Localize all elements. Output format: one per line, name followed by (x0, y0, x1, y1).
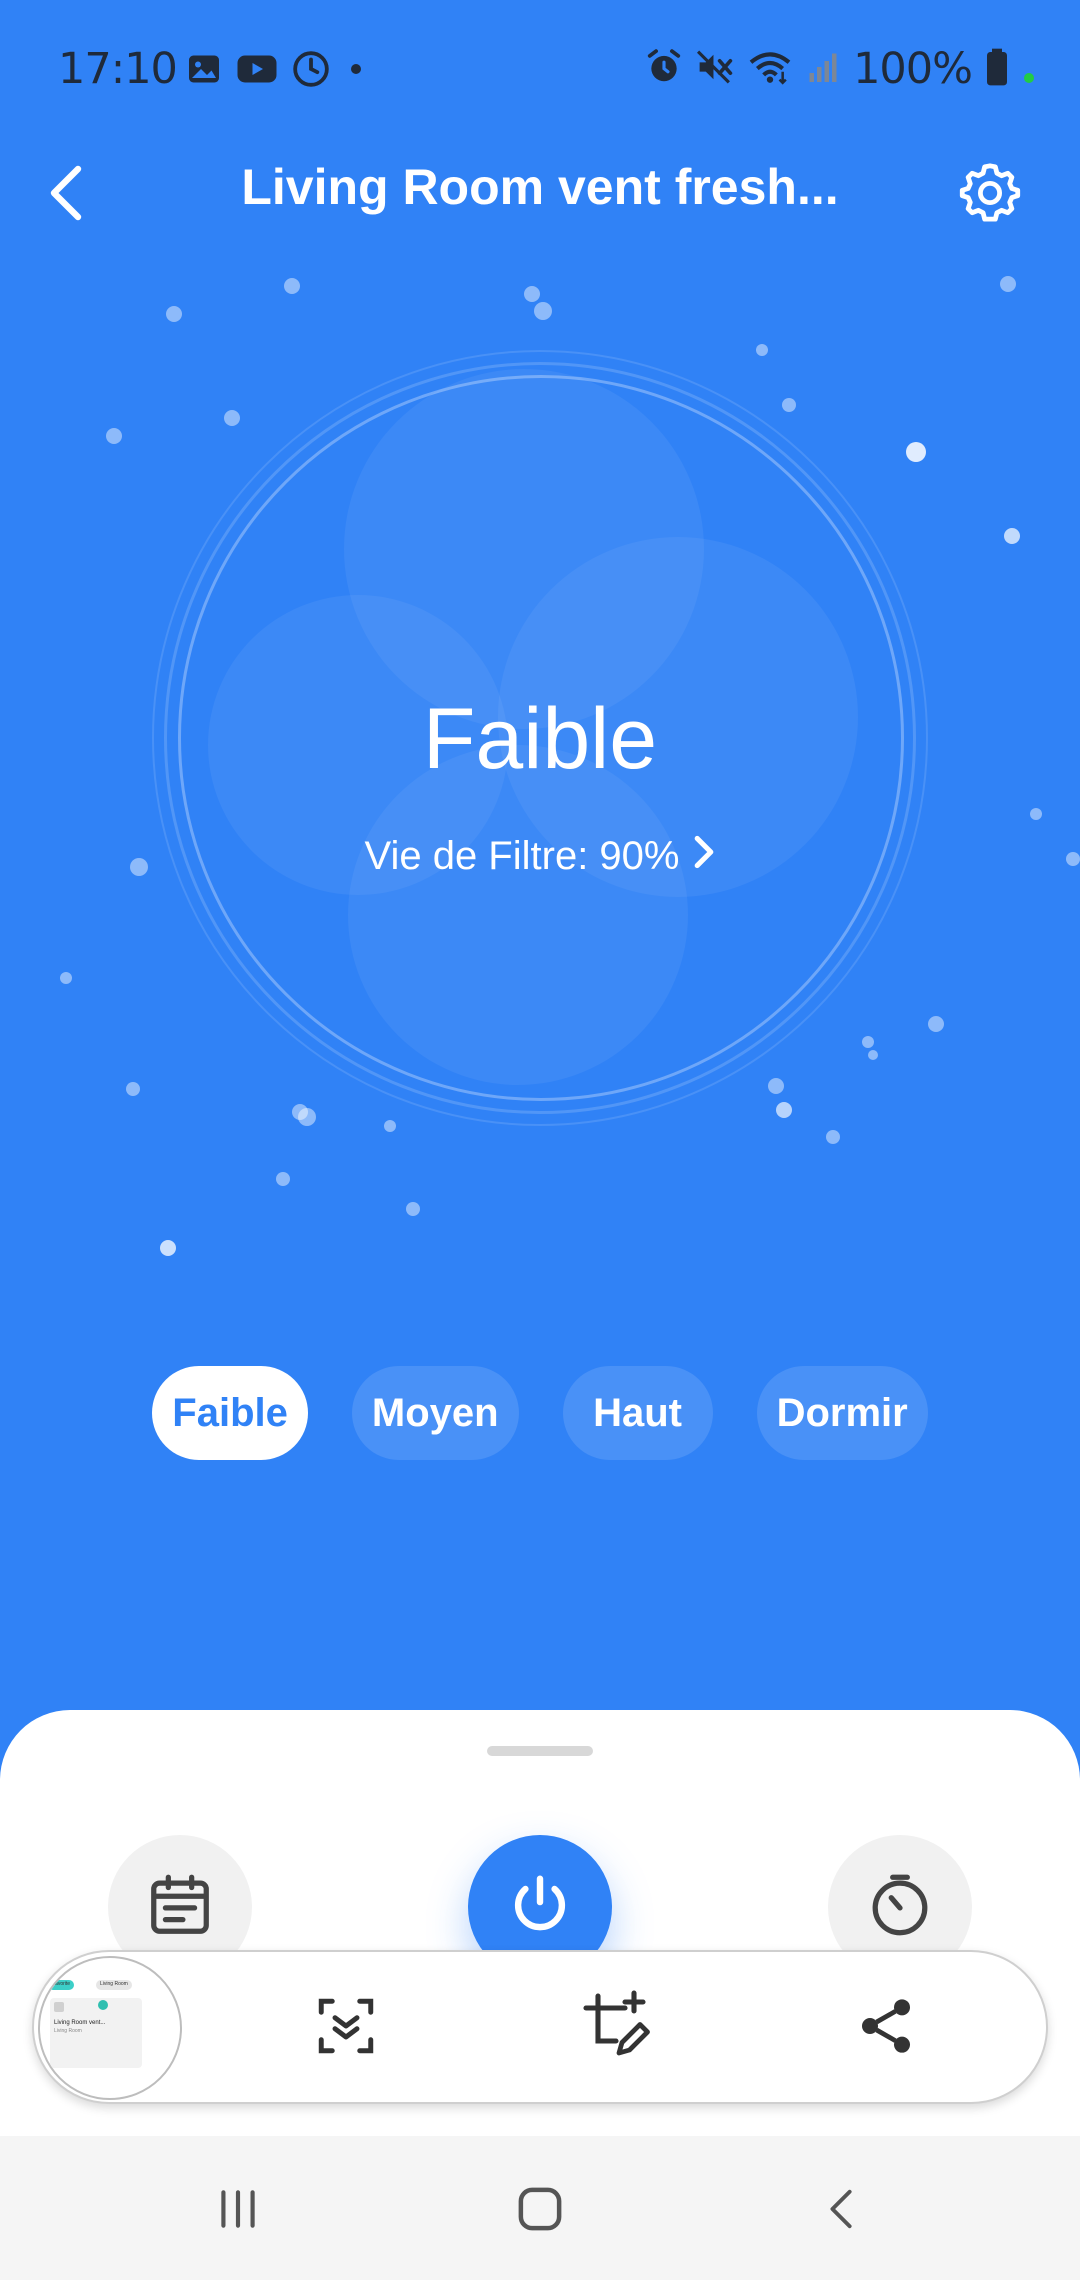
filter-life-text: Vie de Filtre: 90% (364, 834, 680, 878)
status-bar: 17:10 100% (0, 0, 1080, 140)
particle (284, 278, 300, 294)
mute-icon (695, 48, 735, 91)
particle (160, 1240, 176, 1256)
particle (534, 302, 552, 320)
particle (928, 1016, 944, 1032)
privacy-dot-icon (1022, 49, 1036, 90)
battery-icon (984, 47, 1010, 92)
power-icon (505, 1870, 575, 1945)
share-button[interactable] (846, 1988, 926, 2068)
chevron-right-icon (693, 834, 715, 879)
particle (776, 1102, 792, 1118)
system-nav-bar (0, 2136, 1080, 2280)
particle (906, 442, 926, 462)
particle (1030, 808, 1042, 820)
particle (224, 410, 240, 426)
signal-icon (805, 49, 841, 90)
share-icon (854, 1994, 918, 2063)
back-arrow-icon (46, 165, 86, 226)
crop-edit-icon (580, 1989, 652, 2067)
wifi-icon (747, 48, 793, 91)
alarm-icon (645, 48, 683, 91)
thumbnail-chip: Favorite (48, 1980, 75, 1990)
recents-icon (213, 2184, 263, 2239)
scroll-capture-icon (313, 1993, 379, 2064)
mode-dormir-button[interactable]: Dormir (756, 1366, 928, 1460)
status-right-icons: 100% (645, 44, 1036, 94)
particle (166, 306, 182, 322)
thumbnail-subtitle: Living Room (54, 2028, 82, 2034)
particle (1004, 528, 1020, 544)
thumbnail-title: Living Room vent... (54, 2020, 106, 2026)
youtube-icon (236, 51, 278, 92)
sheet-drag-handle[interactable] (487, 1746, 593, 1756)
particle (384, 1120, 396, 1132)
crop-edit-button[interactable] (576, 1988, 656, 2068)
schedule-icon (145, 1870, 215, 1945)
particle (868, 1050, 878, 1060)
home-icon (513, 2182, 567, 2241)
current-mode-label: Faible (422, 691, 658, 787)
nav-back-button[interactable] (802, 2176, 882, 2246)
page-title: Living Room vent fresh... (241, 159, 839, 215)
particle (524, 286, 540, 302)
home-button[interactable] (500, 2176, 580, 2246)
particle (1000, 276, 1016, 292)
mode-moyen-button[interactable]: Moyen (351, 1366, 519, 1460)
gear-icon (958, 161, 1022, 230)
clock-icon (292, 50, 330, 93)
settings-button[interactable] (950, 152, 1030, 238)
timer-icon (865, 1870, 935, 1945)
app-bar: Living Room vent fresh... (0, 140, 1080, 250)
particle (60, 972, 72, 984)
particle (126, 1082, 140, 1096)
scroll-capture-button[interactable] (306, 1988, 386, 2068)
back-icon (819, 2184, 865, 2239)
thumbnail-chip: Living Room (96, 1980, 132, 1990)
particle (782, 398, 796, 412)
particle (298, 1108, 316, 1126)
particle (826, 1130, 840, 1144)
recents-button[interactable] (198, 2176, 278, 2246)
filter-life-link[interactable]: Vie de Filtre: 90% (0, 834, 1080, 879)
screenshot-toolbar: Favorite Living Room Living Room vent...… (32, 1950, 1048, 2104)
screenshot-thumbnail[interactable]: Favorite Living Room Living Room vent...… (38, 1956, 182, 2100)
particle (406, 1202, 420, 1216)
mode-selector: Faible Moyen Haut Dormir (0, 1366, 1080, 1460)
particle (106, 428, 122, 444)
fan-blade (348, 745, 688, 1085)
dot-icon (344, 57, 368, 86)
mode-haut-button[interactable]: Haut (562, 1366, 713, 1460)
thumbnail-status-icon (98, 2000, 108, 2010)
thumbnail-device-icon (54, 2002, 64, 2012)
particle (756, 344, 768, 356)
battery-percent: 100% (853, 44, 973, 94)
status-left-icons (186, 50, 368, 93)
particle (862, 1036, 874, 1048)
back-button[interactable] (46, 150, 126, 240)
gallery-icon (186, 51, 222, 92)
status-time: 17:10 (58, 44, 178, 94)
mode-faible-button[interactable]: Faible (152, 1366, 308, 1460)
particle (276, 1172, 290, 1186)
particle (768, 1078, 784, 1094)
